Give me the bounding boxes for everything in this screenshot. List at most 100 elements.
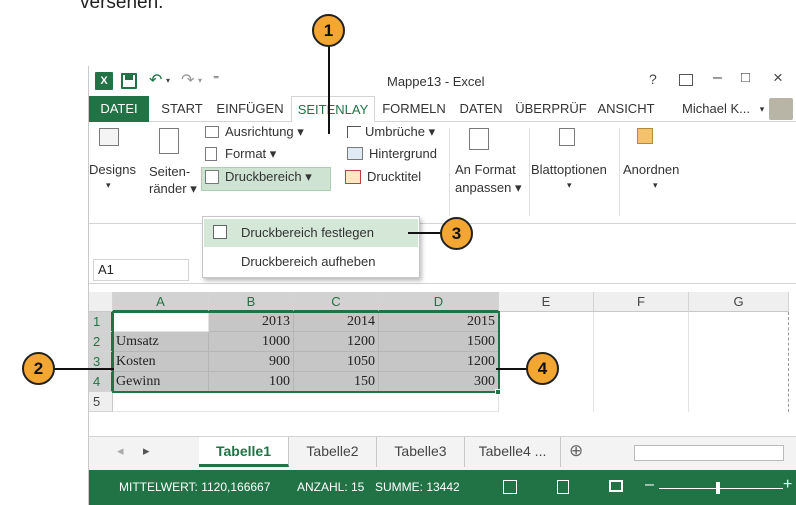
designs-dropdown-icon[interactable]: ▾ bbox=[106, 180, 111, 191]
close-icon[interactable]: × bbox=[773, 68, 783, 88]
tab-einfuegen[interactable]: EINFÜGEN bbox=[209, 96, 291, 122]
menu-item-druckbereich-aufheben[interactable]: Druckbereich aufheben bbox=[204, 248, 418, 276]
hintergrund-button[interactable]: Hintergrund bbox=[369, 146, 437, 161]
seitenraender-label-1[interactable]: Seiten- bbox=[149, 164, 190, 179]
tab-datei[interactable]: DATEI bbox=[89, 96, 149, 122]
title-bar: X ↶ ▾ ↷ ▾ ⁼ Mappe13 - Excel ? – □ × bbox=[89, 66, 796, 96]
document-text: versehen. bbox=[80, 0, 164, 13]
format-button[interactable]: Format ▾ bbox=[225, 146, 276, 162]
page-break-view-icon[interactable] bbox=[609, 480, 623, 492]
callout-3-line bbox=[408, 232, 442, 234]
zoom-slider-thumb[interactable] bbox=[716, 482, 720, 494]
row-header-5[interactable]: 5 bbox=[89, 392, 113, 412]
druckbereich-button[interactable]: Druckbereich ▾ bbox=[225, 169, 312, 185]
tab-start[interactable]: START bbox=[155, 96, 209, 122]
tab-ueberpruefen[interactable]: ÜBERPRÜF bbox=[513, 96, 589, 122]
orientation-icon bbox=[205, 126, 219, 138]
column-header-a[interactable]: A bbox=[113, 292, 209, 312]
sheet-options-icon bbox=[559, 128, 575, 146]
redo-icon[interactable]: ↷ bbox=[181, 70, 194, 90]
status-bar: MITTELWERT: 1120,166667 ANZAHL: 15 SUMME… bbox=[89, 470, 796, 505]
callout-4-line bbox=[496, 368, 528, 370]
column-header-d[interactable]: D bbox=[379, 292, 499, 312]
anformat-label-2[interactable]: anpassen ▾ bbox=[455, 180, 522, 196]
ausrichtung-button[interactable]: Ausrichtung ▾ bbox=[225, 124, 304, 140]
tab-ansicht[interactable]: ANSICHT bbox=[591, 96, 661, 122]
cells-column-f[interactable] bbox=[594, 312, 689, 412]
callout-2: 2 bbox=[22, 352, 55, 385]
blattoptionen-button[interactable]: Blattoptionen bbox=[531, 162, 607, 177]
tab-daten[interactable]: DATEN bbox=[451, 96, 511, 122]
column-header-f[interactable]: F bbox=[594, 292, 689, 312]
maximize-icon[interactable]: □ bbox=[741, 69, 750, 86]
breaks-icon bbox=[347, 126, 361, 138]
formula-bar: A1 bbox=[89, 254, 796, 284]
sheet-tab-tabelle2[interactable]: Tabelle2 bbox=[289, 437, 377, 467]
format-icon bbox=[205, 147, 217, 161]
sheet-next-icon[interactable]: ▸ bbox=[143, 443, 150, 459]
ribbon-separator bbox=[529, 128, 530, 216]
column-header-g[interactable]: G bbox=[689, 292, 789, 312]
qat-customize-icon[interactable]: ⁼ bbox=[213, 72, 219, 86]
tab-formeln[interactable]: FORMELN bbox=[377, 96, 451, 122]
ribbon-tabs: DATEI START EINFÜGEN SEITENLAY FORMELN D… bbox=[89, 96, 796, 123]
fill-handle[interactable] bbox=[495, 389, 501, 395]
drucktitel-button[interactable]: Drucktitel bbox=[367, 169, 421, 184]
undo-dropdown-icon[interactable]: ▾ bbox=[166, 76, 170, 85]
ribbon-separator bbox=[619, 128, 620, 216]
margins-icon bbox=[159, 128, 179, 154]
sheet-tab-tabelle4[interactable]: Tabelle4 ... bbox=[465, 437, 561, 467]
row-header-1[interactable]: 1 bbox=[89, 312, 113, 332]
ribbon-separator bbox=[449, 128, 450, 216]
seitenraender-label-2[interactable]: ränder ▾ bbox=[149, 181, 197, 197]
window-title: Mappe13 - Excel bbox=[387, 74, 485, 89]
callout-3: 3 bbox=[440, 217, 473, 250]
anordnen-dropdown-icon[interactable]: ▾ bbox=[653, 180, 658, 191]
designs-button[interactable]: Designs bbox=[89, 162, 136, 177]
user-name[interactable]: Michael K... bbox=[671, 96, 761, 122]
sheet-tab-tabelle1[interactable]: Tabelle1 bbox=[199, 437, 289, 467]
ribbon-seitenlayout: Designs ▾ Seiten- ränder ▾ Ausrichtung ▾… bbox=[89, 122, 796, 224]
sheet-tab-tabelle3[interactable]: Tabelle3 bbox=[377, 437, 465, 467]
cells-row-5[interactable] bbox=[113, 392, 499, 412]
background-icon bbox=[347, 147, 363, 160]
undo-icon[interactable]: ↶ bbox=[149, 70, 162, 90]
select-all-corner[interactable] bbox=[89, 292, 113, 312]
anformat-label-1[interactable]: An Format bbox=[455, 162, 516, 177]
user-dropdown-icon[interactable]: ▾ bbox=[757, 96, 767, 122]
minimize-icon[interactable]: – bbox=[713, 69, 722, 87]
help-icon[interactable]: ? bbox=[649, 71, 657, 87]
status-summe: SUMME: 13442 bbox=[375, 480, 460, 494]
normal-view-icon[interactable] bbox=[503, 480, 517, 494]
callout-4: 4 bbox=[526, 352, 559, 385]
column-header-c[interactable]: C bbox=[294, 292, 379, 312]
zoom-slider[interactable] bbox=[659, 488, 783, 489]
row-header-2[interactable]: 2 bbox=[89, 332, 113, 352]
anordnen-button[interactable]: Anordnen bbox=[623, 162, 679, 177]
ribbon-display-icon[interactable] bbox=[679, 74, 693, 86]
add-sheet-icon[interactable]: ⊕ bbox=[569, 441, 583, 461]
umbrueche-button[interactable]: Umbrüche ▾ bbox=[365, 124, 435, 140]
sheet-prev-icon[interactable]: ◂ bbox=[117, 443, 124, 459]
zoom-in-icon[interactable]: + bbox=[783, 476, 792, 494]
avatar[interactable] bbox=[769, 98, 793, 120]
spreadsheet-grid: A B C D E F G 1 2 3 4 5 2013 2014 2015 U… bbox=[89, 292, 796, 436]
column-header-b[interactable]: B bbox=[209, 292, 294, 312]
menu-item-druckbereich-festlegen[interactable]: Druckbereich festlegen bbox=[204, 219, 418, 247]
cells-column-g[interactable] bbox=[689, 312, 789, 412]
status-anzahl: ANZAHL: 15 bbox=[297, 480, 365, 494]
selection-range[interactable] bbox=[112, 311, 500, 393]
zoom-out-icon[interactable]: – bbox=[645, 476, 654, 494]
name-box[interactable]: A1 bbox=[93, 259, 189, 281]
save-icon[interactable] bbox=[121, 73, 137, 89]
redo-dropdown-icon[interactable]: ▾ bbox=[198, 76, 202, 85]
tab-seitenlayout[interactable]: SEITENLAY bbox=[291, 96, 375, 123]
column-header-e[interactable]: E bbox=[499, 292, 594, 312]
blattoptionen-dropdown-icon[interactable]: ▾ bbox=[567, 180, 572, 191]
callout-1: 1 bbox=[312, 14, 345, 47]
horizontal-scrollbar[interactable] bbox=[634, 445, 784, 461]
print-area-set-icon bbox=[213, 225, 227, 239]
scale-to-fit-icon bbox=[469, 128, 489, 150]
page-layout-view-icon[interactable] bbox=[557, 480, 569, 494]
row-header-4[interactable]: 4 bbox=[89, 372, 113, 392]
